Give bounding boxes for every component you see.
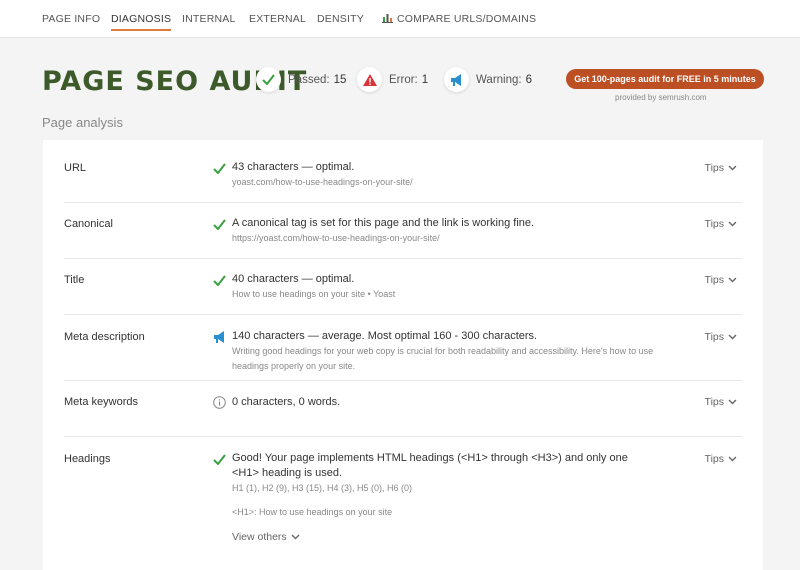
check-icon bbox=[211, 160, 227, 176]
tips-label: Tips bbox=[704, 162, 724, 174]
tips-toggle[interactable]: Tips bbox=[705, 396, 737, 408]
tips-label: Tips bbox=[704, 396, 724, 408]
audit-header: PAGE SEO AUDIT Passed: 15 Error: 1 Warni… bbox=[0, 38, 800, 138]
free-audit-button[interactable]: Get 100-pages audit for FREE in 5 minute… bbox=[566, 69, 764, 89]
row-main-text: A canonical tag is set for this page and… bbox=[232, 217, 535, 229]
check-icon bbox=[211, 451, 227, 467]
tips-toggle[interactable]: Tips bbox=[705, 331, 737, 343]
row-label: Headings bbox=[64, 453, 111, 465]
result-row-meta-keywords: Meta keywords 0 characters, 0 words. Tip… bbox=[64, 381, 742, 437]
info-icon bbox=[211, 394, 227, 410]
chevron-down-icon bbox=[728, 456, 737, 462]
section-title: Page analysis bbox=[42, 115, 123, 130]
tab-page-info[interactable]: PAGE INFO bbox=[42, 13, 100, 25]
error-label: Error: bbox=[389, 73, 418, 86]
tips-toggle[interactable]: Tips bbox=[705, 274, 737, 286]
warning-triangle-icon bbox=[362, 73, 377, 86]
chevron-down-icon bbox=[728, 165, 737, 171]
row-sub-text: Writing good headings for your web copy … bbox=[232, 346, 654, 371]
tab-compare[interactable]: COMPARE URLS/DOMAINS bbox=[382, 13, 536, 25]
row-label: Canonical bbox=[64, 218, 113, 230]
tips-label: Tips bbox=[704, 331, 724, 343]
tips-label: Tips bbox=[704, 274, 724, 286]
tips-label: Tips bbox=[704, 218, 724, 230]
bar-chart-icon bbox=[382, 14, 393, 23]
view-others-toggle[interactable]: View others bbox=[232, 531, 300, 543]
row-main-text: 0 characters, 0 words. bbox=[232, 396, 341, 408]
tips-label: Tips bbox=[704, 453, 724, 465]
row-sub-text: yoast.com/how-to-use-headings-on-your-si… bbox=[232, 177, 413, 187]
row-label: URL bbox=[64, 162, 87, 174]
tab-external[interactable]: EXTERNAL bbox=[249, 13, 306, 25]
tips-toggle[interactable]: Tips bbox=[705, 218, 737, 230]
check-icon bbox=[262, 74, 275, 85]
row-label: Title bbox=[64, 274, 85, 286]
warning-badge bbox=[444, 67, 469, 92]
megaphone-icon bbox=[451, 73, 461, 86]
result-row-url: URL 43 characters — optimal. yoast.com/h… bbox=[64, 140, 742, 203]
passed-stat[interactable]: Passed: 15 bbox=[256, 67, 346, 92]
chevron-down-icon bbox=[728, 334, 737, 340]
tips-toggle[interactable]: Tips bbox=[705, 162, 737, 174]
error-badge bbox=[357, 67, 382, 92]
check-icon bbox=[211, 216, 227, 232]
tab-diagnosis[interactable]: DIAGNOSIS bbox=[111, 13, 172, 31]
error-count: 1 bbox=[421, 73, 429, 86]
headings-counts: H1 (1), H2 (9), H3 (15), H4 (3), H5 (0),… bbox=[232, 483, 413, 493]
warning-count: 6 bbox=[525, 73, 532, 86]
result-row-canonical: Canonical A canonical tag is set for thi… bbox=[64, 203, 742, 259]
result-row-meta-description: Meta description 140 characters — averag… bbox=[64, 315, 742, 381]
result-row-title: Title 40 characters — optimal. How to us… bbox=[64, 259, 742, 315]
tab-internal[interactable]: INTERNAL bbox=[182, 13, 236, 25]
results-card: URL 43 characters — optimal. yoast.com/h… bbox=[43, 140, 763, 570]
tab-density[interactable]: DENSITY bbox=[317, 13, 364, 25]
chevron-down-icon bbox=[291, 534, 300, 540]
row-label: Meta keywords bbox=[64, 396, 138, 408]
result-row-headings: Headings Good! Your page implements HTML… bbox=[64, 437, 742, 567]
row-main-text: 40 characters — optimal. bbox=[232, 273, 355, 285]
warning-label: Warning: bbox=[476, 73, 522, 86]
tips-toggle[interactable]: Tips bbox=[705, 453, 737, 465]
warning-stat[interactable]: Warning: 6 bbox=[444, 67, 532, 92]
passed-badge bbox=[256, 67, 281, 92]
chevron-down-icon bbox=[728, 399, 737, 405]
row-main-text: 140 characters — average. Most optimal 1… bbox=[232, 330, 538, 342]
view-others-label: View others bbox=[232, 531, 287, 543]
check-icon bbox=[211, 272, 227, 288]
passed-count: 15 bbox=[333, 73, 347, 86]
error-stat[interactable]: Error: 1 bbox=[357, 67, 428, 92]
row-sub-text: https://yoast.com/how-to-use-headings-on… bbox=[232, 233, 440, 243]
chevron-down-icon bbox=[728, 277, 737, 283]
top-nav: PAGE INFO DIAGNOSIS INTERNAL EXTERNAL DE… bbox=[0, 0, 800, 38]
row-label: Meta description bbox=[64, 331, 145, 343]
tab-compare-label: COMPARE URLS/DOMAINS bbox=[397, 13, 537, 25]
row-main-text: Good! Your page implements HTML headings… bbox=[232, 452, 628, 479]
h1-value: <H1>: How to use headings on your site bbox=[232, 507, 393, 517]
megaphone-icon bbox=[211, 329, 227, 345]
provided-by: provided by semrush.com bbox=[615, 93, 707, 102]
row-main-text: 43 characters — optimal. bbox=[232, 161, 355, 173]
row-sub-text: How to use headings on your site • Yoast bbox=[232, 289, 396, 299]
chevron-down-icon bbox=[728, 221, 737, 227]
passed-label: Passed: bbox=[288, 73, 330, 86]
